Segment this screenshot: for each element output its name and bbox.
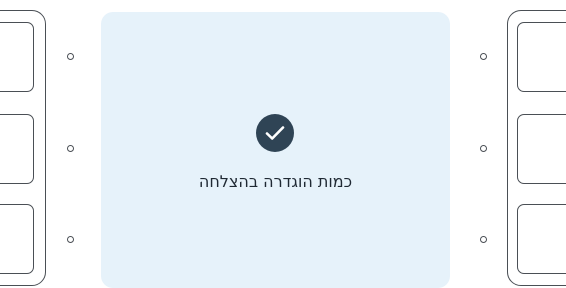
left-option-card-2[interactable] [0,114,34,184]
quantity-selection-screen: כמות הוגדרה בהצלחה [0,0,566,288]
right-option-card-2[interactable] [517,114,566,184]
checkmark-icon [265,126,285,140]
left-option-radio-1[interactable] [67,53,74,60]
left-option-radio-2[interactable] [67,145,74,152]
right-option-card-1[interactable] [517,22,566,92]
right-option-radio-1[interactable] [480,53,487,60]
right-option-radio-3[interactable] [480,236,487,243]
left-option-card-1[interactable] [0,22,34,92]
right-option-card-3[interactable] [517,204,566,274]
check-circle-icon [256,114,294,152]
left-option-card-3[interactable] [0,204,34,274]
left-option-radio-3[interactable] [67,236,74,243]
right-option-radio-2[interactable] [480,145,487,152]
success-message: כמות הוגדרה בהצלחה [198,172,353,191]
